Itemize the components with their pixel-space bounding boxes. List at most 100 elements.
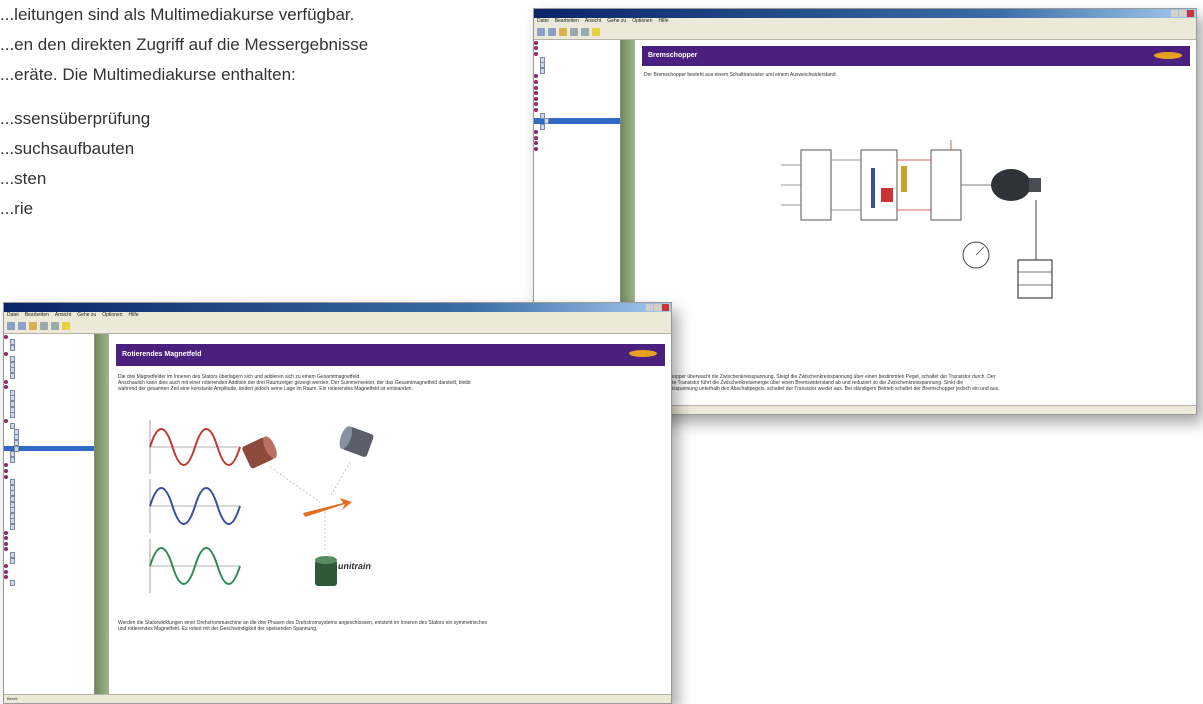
home-icon[interactable] (559, 28, 567, 36)
star-icon[interactable] (62, 322, 70, 330)
minimize-button[interactable] (1171, 10, 1178, 17)
capacitor-block (860, 149, 898, 221)
folder-icon (4, 385, 8, 390)
menu-goto[interactable]: Gehe zu (77, 312, 96, 319)
close-button[interactable] (1187, 10, 1194, 17)
menu-edit[interactable]: Bearbeiten (555, 18, 579, 25)
back-page-heading: Bremschopper (642, 46, 1190, 66)
folder-icon (4, 536, 8, 541)
folder-icon (534, 46, 538, 51)
menu-view[interactable]: Ansicht (585, 18, 601, 25)
settings-icon[interactable] (581, 28, 589, 36)
coil-green-icon (315, 556, 337, 586)
folder-icon (534, 40, 538, 45)
page-icon (10, 557, 15, 564)
front-navigation-tree[interactable] (4, 334, 95, 695)
menu-goto[interactable]: Gehe zu (607, 18, 626, 25)
menu-file[interactable]: Datei (7, 312, 19, 319)
front-text-line-3: während der gesamten Zeit eine konstante… (118, 386, 413, 392)
folder-icon (534, 141, 538, 146)
menu-options[interactable]: Optionen (102, 312, 122, 319)
folder-icon (534, 135, 538, 140)
home-icon[interactable] (29, 322, 37, 330)
print-icon[interactable] (40, 322, 48, 330)
front-window-controls[interactable] (646, 304, 669, 311)
print-icon[interactable] (570, 28, 578, 36)
menu-edit[interactable]: Bearbeiten (25, 312, 49, 319)
motor-icon (991, 169, 1031, 201)
back-titlebar[interactable] (534, 9, 1196, 18)
tree-item[interactable] (534, 146, 620, 152)
back-bottom-text: Der Bremschopper überwacht die Zwischenk… (644, 374, 1188, 392)
front-window[interactable]: Datei Bearbeiten Ansicht Gehe zu Optione… (3, 302, 672, 704)
front-page-heading: Rotierendes Magnetfeld (116, 344, 665, 366)
back-toolbar (534, 25, 1196, 40)
intro-text: ...leitungen sind als Multimediakurse ve… (0, 0, 520, 224)
page-icon (10, 372, 15, 379)
folder-icon (4, 469, 8, 474)
lucas-nuelle-logo-icon (1154, 52, 1182, 59)
back-bottom-line-3: Zwischenkreisspannung unterhalb des Absc… (644, 386, 1000, 392)
back-content-area: Bremschopper Der Bremschopper besteht au… (636, 40, 1196, 406)
folder-icon (4, 334, 8, 339)
tree-item[interactable] (4, 579, 94, 586)
chopper-transistor (901, 166, 907, 192)
folder-icon (4, 463, 8, 468)
menu-help[interactable]: Hilfe (128, 312, 138, 319)
menu-file[interactable]: Datei (537, 18, 549, 25)
page-icon (10, 456, 15, 463)
folder-icon (534, 74, 538, 79)
folder-icon (534, 51, 538, 56)
folder-icon (4, 575, 8, 580)
menu-help[interactable]: Hilfe (658, 18, 668, 25)
page-icon (540, 67, 545, 74)
menu-view[interactable]: Ansicht (55, 312, 71, 319)
close-button[interactable] (662, 304, 669, 311)
folder-icon (534, 130, 538, 135)
page-icon (540, 123, 545, 130)
coil-blue-icon (339, 426, 374, 457)
folder-icon (534, 91, 538, 96)
back-icon[interactable] (7, 322, 15, 330)
intro-line-2: ...en den direkten Zugriff auf die Messe… (0, 35, 369, 54)
folder-icon (4, 379, 8, 384)
rectifier-block (800, 149, 832, 221)
intro-bullet: ...ssensüberprüfung (0, 109, 151, 128)
front-text-bottom: Werden die Statorwicklungen einer Drehst… (118, 620, 663, 632)
intro-line-1: ...leitungen sind als Multimediakurse ve… (0, 5, 355, 24)
front-chapter-strip[interactable] (95, 334, 109, 695)
maximize-button[interactable] (1179, 10, 1186, 17)
page-icon (10, 412, 15, 419)
folder-icon (4, 541, 8, 546)
folder-icon (534, 79, 538, 84)
front-page-heading-text: Rotierendes Magnetfeld (122, 351, 202, 358)
folder-icon (534, 96, 538, 101)
brake-chopper-diagram (781, 140, 1053, 299)
maximize-button[interactable] (654, 304, 661, 311)
minimize-button[interactable] (646, 304, 653, 311)
inverter-block (930, 149, 962, 221)
folder-icon (4, 564, 8, 569)
menu-options[interactable]: Optionen (632, 18, 652, 25)
page-icon (10, 523, 15, 530)
forward-icon[interactable] (18, 322, 26, 330)
folder-icon (534, 147, 538, 152)
back-description: Der Bremschopper besteht aus einem Schal… (644, 72, 837, 78)
front-menubar: Datei Bearbeiten Ansicht Gehe zu Optione… (4, 312, 671, 319)
folder-icon (4, 474, 8, 479)
capacitor-bar (871, 168, 875, 208)
star-icon[interactable] (592, 28, 600, 36)
settings-icon[interactable] (51, 322, 59, 330)
forward-icon[interactable] (548, 28, 556, 36)
folder-icon (4, 569, 8, 574)
front-titlebar[interactable] (4, 303, 671, 312)
back-icon[interactable] (537, 28, 545, 36)
folder-icon (4, 547, 8, 552)
folder-icon (4, 351, 8, 356)
folder-icon (4, 530, 8, 535)
folder-icon (534, 107, 538, 112)
field-vector-arrow (303, 498, 352, 517)
rotating-field-diagram (149, 420, 374, 593)
back-window-controls[interactable] (1171, 10, 1194, 17)
front-text-line-5: und rotierendes Magnetfeld. Es rotiert m… (118, 626, 318, 632)
